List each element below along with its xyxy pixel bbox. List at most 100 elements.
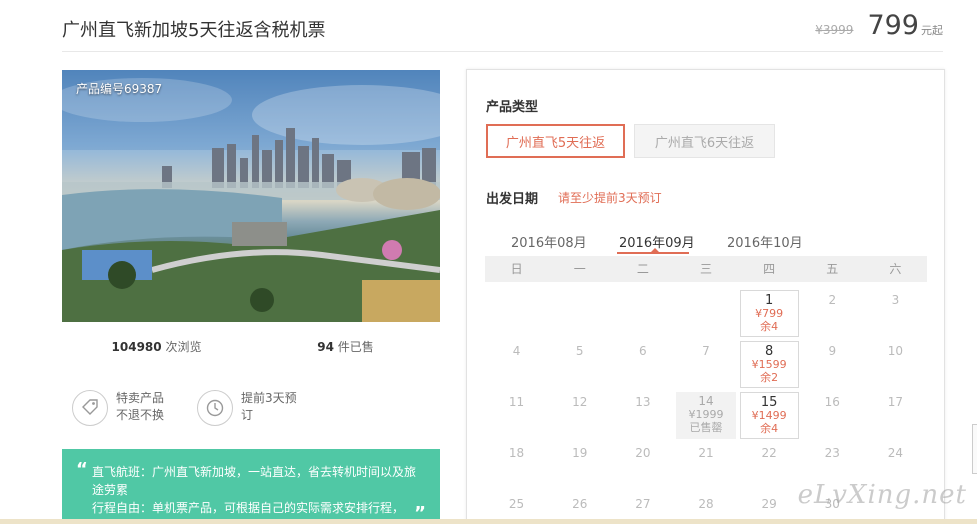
day-number: 25 <box>508 497 525 511</box>
feature-line: 特卖产品 <box>116 391 165 405</box>
day-number: 16 <box>824 395 840 409</box>
day-number: 23 <box>824 446 840 460</box>
day-number: 2 <box>828 293 837 307</box>
calendar-day: 5 <box>548 339 611 390</box>
calendar-day: 16 <box>801 390 864 441</box>
weekday-label: 四 <box>763 262 776 276</box>
price-suffix: 元起 <box>921 24 943 37</box>
month-tab-2016-08[interactable]: 2016年08月 <box>511 232 587 251</box>
day-number: 6 <box>639 344 647 358</box>
day-number: 13 <box>635 395 651 409</box>
day-remaining: 余4 <box>760 422 779 435</box>
tag-icon <box>72 390 108 426</box>
day-number: 4 <box>512 344 521 358</box>
watermark: eLvXing.net <box>797 480 967 510</box>
side-scroll-handle[interactable] <box>972 424 977 474</box>
calendar-empty-cell <box>674 288 737 339</box>
bottom-bar <box>0 519 977 524</box>
highlight-line: 直飞航班：广州直飞新加坡，一站直达，省去转机时间以及旅途劳累 <box>92 465 417 497</box>
calendar-day[interactable]: 15 ¥1499 余4 <box>739 392 799 439</box>
day-number: 19 <box>572 446 588 460</box>
product-code: 产品编号69387 <box>76 82 163 96</box>
highlight-line: 行程自由：单机票产品，可根据自己的实际需求安排行程， <box>92 501 405 515</box>
day-number: 10 <box>887 344 904 358</box>
day-price: ¥799 <box>755 307 784 320</box>
singapore-skyline-image <box>62 70 440 322</box>
day-number: 7 <box>702 344 710 358</box>
calendar-empty-cell <box>611 288 674 339</box>
day-number: 27 <box>635 497 651 511</box>
day-number: 20 <box>635 446 651 460</box>
feature-text: 特卖产品 不退不换 <box>116 390 164 424</box>
option-6-day-button[interactable]: 广州直飞6天往返 <box>634 124 775 158</box>
departure-date-label: 出发日期 <box>486 192 539 207</box>
day-number: 29 <box>761 497 777 511</box>
views-count: 104980 <box>111 340 162 354</box>
product-photo[interactable]: 产品编号69387 <box>62 70 440 322</box>
active-month-underline <box>617 252 689 254</box>
open-quote-icon: “ <box>76 459 88 480</box>
day-price: ¥1499 <box>751 409 787 422</box>
day-number: 24 <box>887 446 904 460</box>
calendar-day: 9 <box>801 339 864 390</box>
calendar-day: 13 <box>611 390 674 441</box>
calendar-day[interactable]: 8 ¥1599 余2 <box>739 341 799 388</box>
calendar-day: 12 <box>548 390 611 441</box>
calendar-day: 7 <box>674 339 737 390</box>
calendar-day: 22 <box>738 441 801 492</box>
weekday-label: 五 <box>826 262 839 276</box>
feature-special-sale: 特卖产品 不退不换 <box>72 390 164 426</box>
weekday-label: 一 <box>573 262 586 276</box>
calendar-day: 21 <box>674 441 737 492</box>
weekday-label: 日 <box>510 262 523 276</box>
calendar-empty-cell <box>485 288 548 339</box>
calendar-empty-cell <box>548 288 611 339</box>
weekday-label: 六 <box>889 262 902 276</box>
product-stats: 104980 次浏览 94 件已售 <box>62 338 440 355</box>
day-number: 9 <box>828 344 837 358</box>
day-remaining: 余4 <box>760 320 779 333</box>
calendar-day: 19 <box>548 441 611 492</box>
option-5-day-button[interactable]: 广州直飞5天往返 <box>486 124 625 158</box>
day-number: 22 <box>761 446 777 460</box>
highlight-box: “ 直飞航班：广州直飞新加坡，一站直达，省去转机时间以及旅途劳累 行程自由：单机… <box>62 449 440 524</box>
calendar-day: 14 ¥1999 已售罄 <box>676 392 736 439</box>
day-price: ¥1999 <box>688 408 724 421</box>
day-number: 21 <box>698 446 714 460</box>
day-number: 8 <box>764 344 774 359</box>
original-price: ¥3999 <box>815 23 854 37</box>
month-tab-2016-10[interactable]: 2016年10月 <box>727 232 803 251</box>
calendar-day: 20 <box>611 441 674 492</box>
day-number: 15 <box>760 395 778 410</box>
calendar-day: 17 <box>864 390 927 441</box>
calendar-day[interactable]: 1 ¥799 余4 <box>739 290 799 337</box>
day-number: 26 <box>572 497 588 511</box>
calendar-day: 10 <box>864 339 927 390</box>
feature-line: 不退不换 <box>116 408 165 422</box>
day-number: 18 <box>508 446 525 460</box>
feature-text: 提前3天预订 <box>241 391 297 422</box>
weekday-label: 三 <box>699 262 712 276</box>
price-area: ¥3999 799 元起 <box>815 10 943 41</box>
sold-count: 94 <box>317 340 334 354</box>
header-divider <box>62 51 943 52</box>
sold-label: 件已售 <box>337 340 374 354</box>
calendar-day: 11 <box>485 390 548 441</box>
calendar-day: 18 <box>485 441 548 492</box>
day-price: ¥1599 <box>751 358 787 371</box>
day-number: 14 <box>698 394 714 408</box>
day-number: 11 <box>508 395 525 409</box>
views-stat: 104980 次浏览 <box>62 338 251 355</box>
calendar-day: 2 <box>801 288 864 339</box>
views-label: 次浏览 <box>165 340 202 354</box>
day-remaining: 余2 <box>760 371 779 384</box>
calendar-day: 3 <box>864 288 927 339</box>
day-number: 3 <box>891 293 900 307</box>
day-number: 28 <box>698 497 714 511</box>
page-title: 广州直飞新加坡5天往返含税机票 <box>62 20 326 41</box>
current-price: 799 <box>867 10 919 41</box>
weekday-header: 日 一 二 三 四 五 六 <box>485 256 927 282</box>
day-number: 12 <box>572 395 588 409</box>
weekday-label: 二 <box>636 262 649 276</box>
day-number: 17 <box>887 395 904 409</box>
